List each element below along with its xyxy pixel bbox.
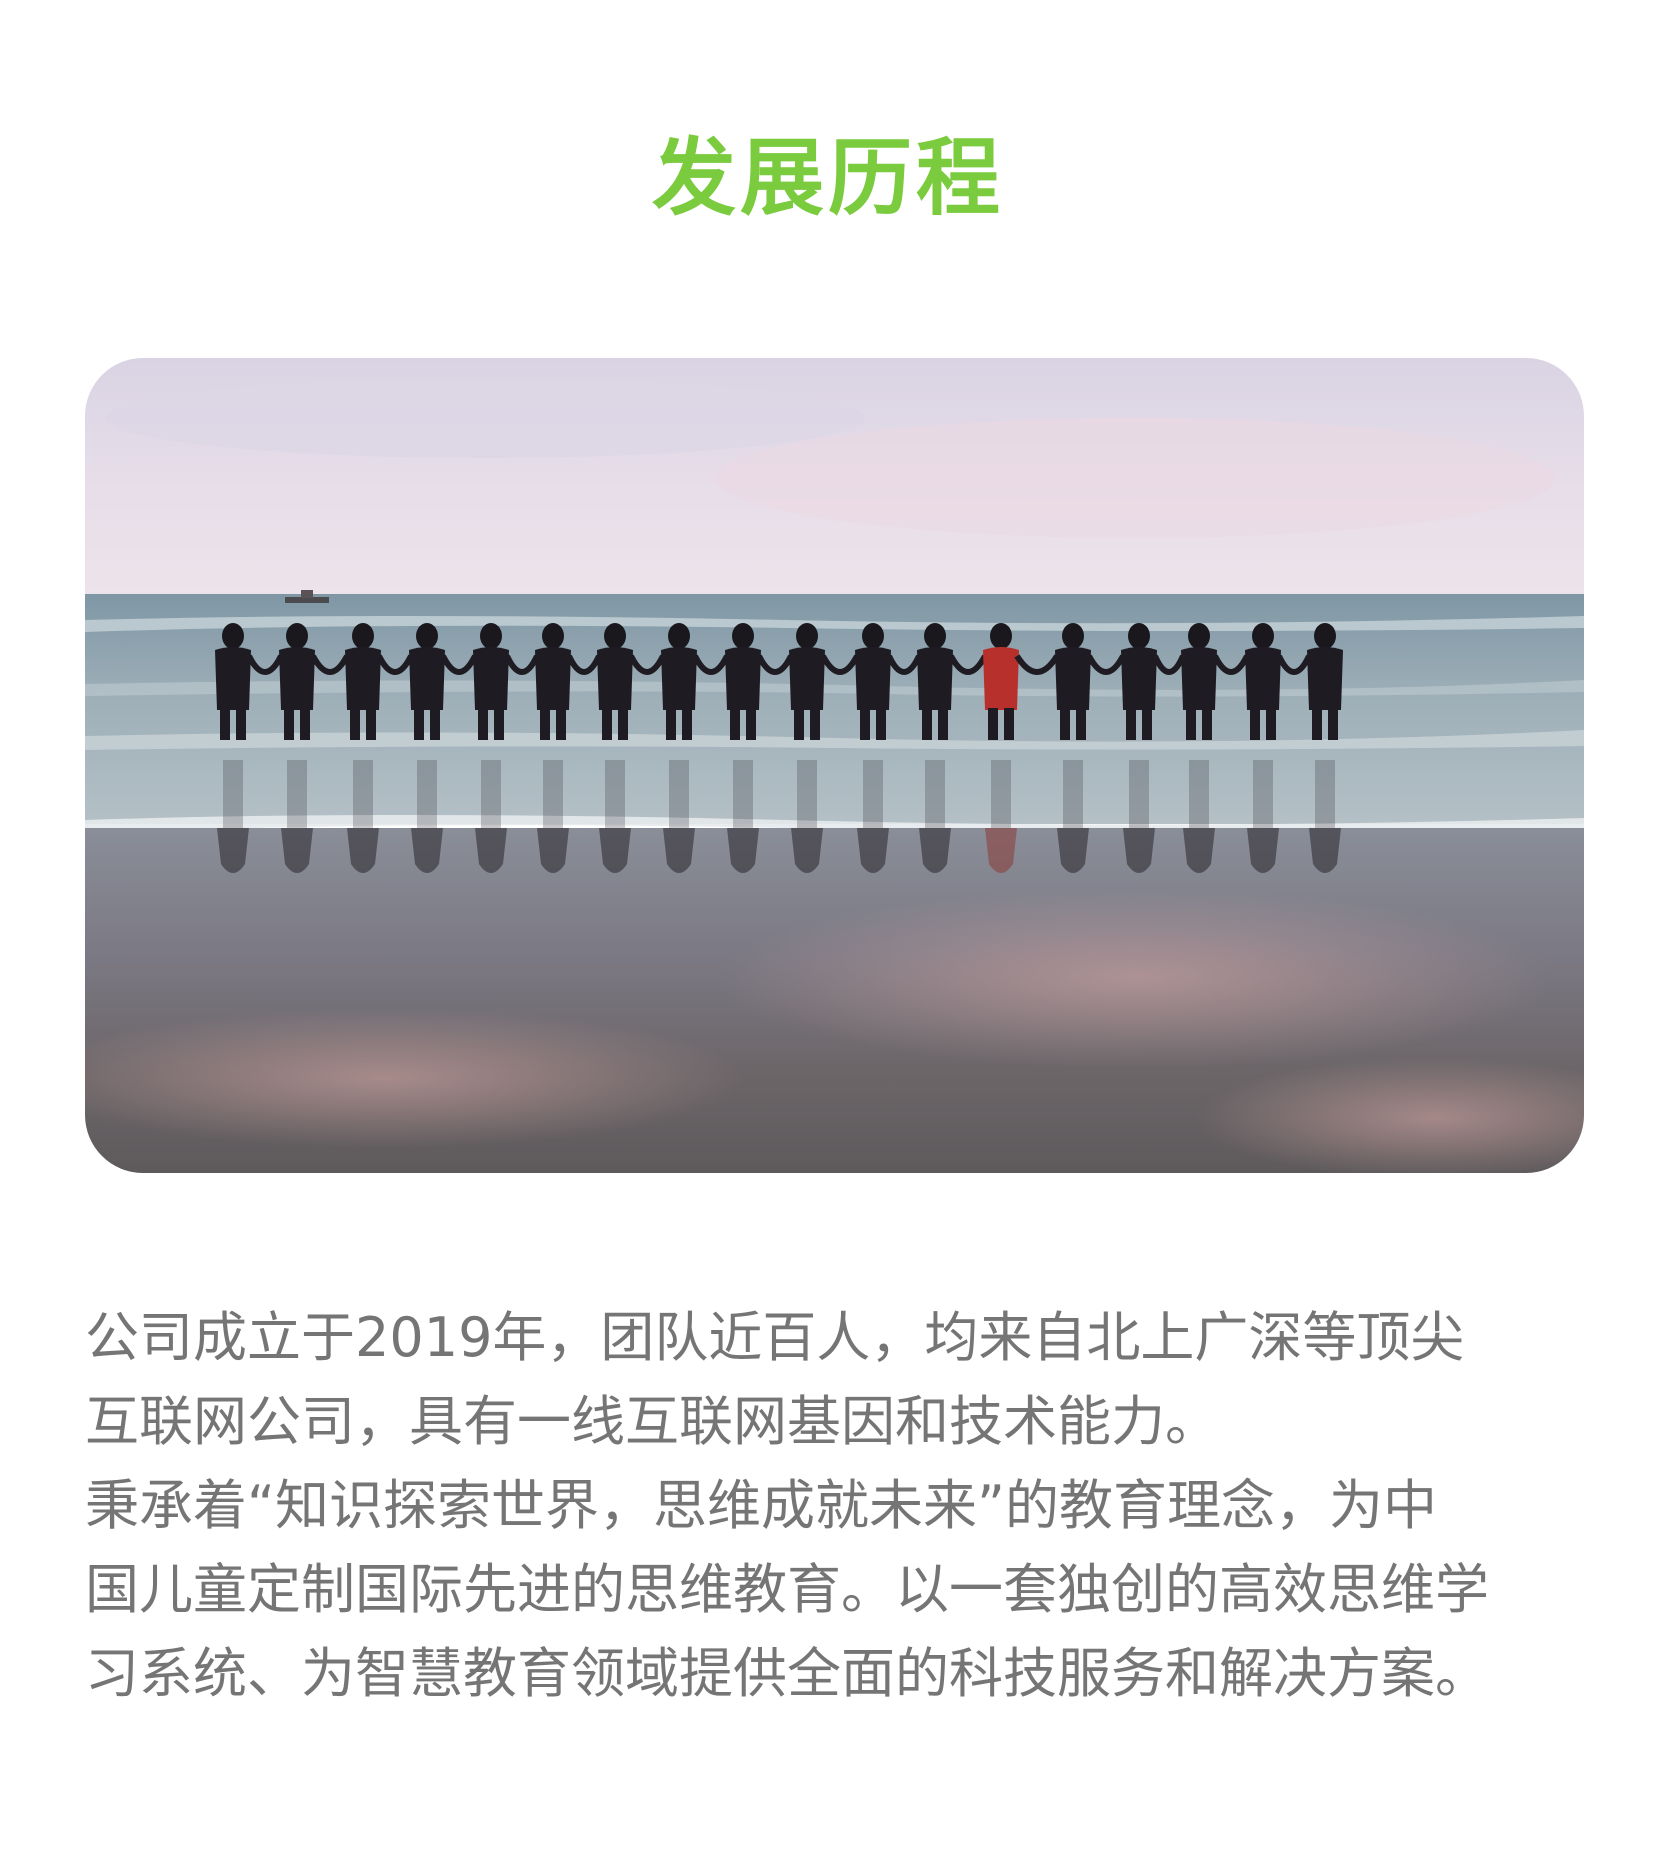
team-beach-photo [85, 358, 1584, 1173]
beach-photo-illustration [85, 358, 1584, 1173]
intro-paragraph-1: 公司成立于2019年，团队近百人，均来自北上广深等顶尖 互联网公司，具有一线互联… [85, 1306, 1465, 1453]
company-introduction: 公司成立于2019年，团队近百人，均来自北上广深等顶尖 互联网公司，具有一线互联… [85, 1296, 1585, 1716]
intro-paragraph-2: 秉承着“知识探索世界，思维成就未来”的教育理念，为中 国儿童定制国际先进的思维教… [85, 1474, 1489, 1705]
page-title: 发展历程 [651, 129, 1004, 227]
